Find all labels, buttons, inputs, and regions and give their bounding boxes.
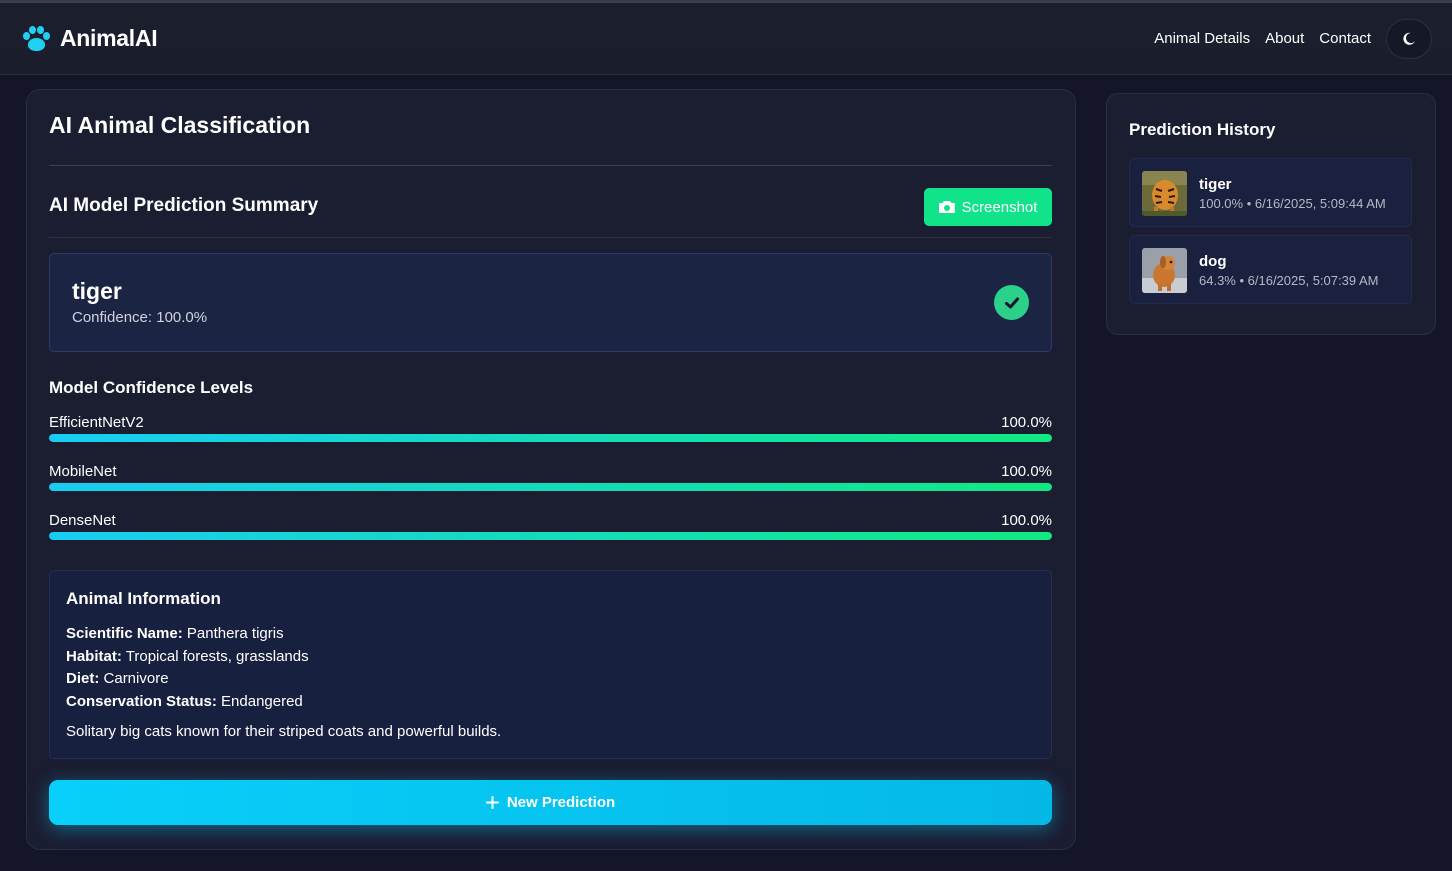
nav-links: Animal Details About Contact [1139, 18, 1432, 59]
plus-icon [485, 796, 499, 809]
screenshot-button[interactable]: Screenshot [924, 188, 1052, 226]
nav-link-contact[interactable]: Contact [1319, 30, 1371, 47]
history-item-meta: 64.3% • 6/16/2025, 5:07:39 AM [1199, 273, 1379, 288]
info-scientific-name: Scientific Name: Panthera tigris [66, 625, 284, 642]
history-item-name: tiger [1199, 176, 1232, 193]
classification-card: AI Animal Classification AI Model Predic… [26, 89, 1076, 850]
model-confidence-row: DenseNet 100.0% [49, 512, 1052, 542]
prediction-history-card: Prediction History tiger 100.0% • 6/16/2… [1106, 93, 1436, 335]
info-value: Endangered [221, 693, 303, 710]
tiger-thumbnail [1142, 171, 1187, 216]
screenshot-label: Screenshot [961, 198, 1038, 216]
brand[interactable]: AnimalAI [20, 25, 158, 53]
history-item-meta: 100.0% • 6/16/2025, 5:09:44 AM [1199, 196, 1386, 211]
navbar: AnimalAI Animal Details About Contact [0, 0, 1452, 75]
divider [49, 165, 1052, 166]
new-prediction-label: New Prediction [506, 794, 616, 811]
nav-link-about[interactable]: About [1265, 30, 1304, 47]
paw-icon [20, 25, 50, 53]
model-confidence-value: 100.0% [1001, 463, 1052, 480]
nav-link-animal-details[interactable]: Animal Details [1154, 30, 1250, 47]
model-name: DenseNet [49, 512, 116, 529]
info-title: Animal Information [66, 589, 221, 608]
confidence-bar-fill [49, 483, 1052, 491]
info-value: Tropical forests, grasslands [125, 648, 309, 665]
animal-information: Animal Information Scientific Name: Pant… [49, 570, 1052, 759]
check-icon [994, 285, 1029, 320]
confidence-bar [49, 532, 1052, 540]
camera-icon [938, 201, 955, 213]
model-confidence-row: MobileNet 100.0% [49, 463, 1052, 493]
info-habitat: Habitat: Tropical forests, grasslands [66, 648, 309, 665]
info-label: Habitat: [66, 648, 122, 665]
info-diet: Diet: Carnivore [66, 670, 169, 687]
brand-name: AnimalAI [60, 25, 158, 51]
confidence-bar-fill [49, 434, 1052, 442]
top-prediction: tiger Confidence: 100.0% [49, 253, 1052, 352]
confidence-bar [49, 434, 1052, 442]
dog-thumbnail [1142, 248, 1187, 293]
model-name: MobileNet [49, 463, 117, 480]
prediction-label: tiger [72, 278, 122, 304]
confidence-bar [49, 483, 1052, 491]
history-title: Prediction History [1129, 120, 1276, 139]
info-description: Solitary big cats known for their stripe… [66, 723, 502, 740]
info-label: Diet: [66, 670, 100, 687]
prediction-confidence: Confidence: 100.0% [72, 309, 208, 326]
model-confidence-value: 100.0% [1001, 512, 1052, 529]
history-item-dog[interactable]: dog 64.3% • 6/16/2025, 5:07:39 AM [1129, 235, 1412, 304]
model-confidence-value: 100.0% [1001, 414, 1052, 431]
page-title: AI Animal Classification [49, 112, 311, 138]
model-confidence-row: EfficientNetV2 100.0% [49, 414, 1052, 444]
model-name: EfficientNetV2 [49, 414, 144, 431]
moon-icon [1403, 32, 1415, 45]
divider [49, 237, 1052, 238]
history-item-name: dog [1199, 253, 1227, 270]
theme-toggle-button[interactable] [1386, 18, 1432, 59]
info-label: Conservation Status: [66, 693, 217, 710]
confidence-levels-title: Model Confidence Levels [49, 378, 254, 397]
new-prediction-button[interactable]: New Prediction [49, 780, 1052, 825]
confidence-bar-fill [49, 532, 1052, 540]
history-item-tiger[interactable]: tiger 100.0% • 6/16/2025, 5:09:44 AM [1129, 158, 1412, 227]
info-conservation-status: Conservation Status: Endangered [66, 693, 303, 710]
info-value: Carnivore [103, 670, 169, 687]
info-label: Scientific Name: [66, 625, 183, 642]
info-value: Panthera tigris [186, 625, 284, 642]
summary-title: AI Model Prediction Summary [49, 195, 319, 216]
